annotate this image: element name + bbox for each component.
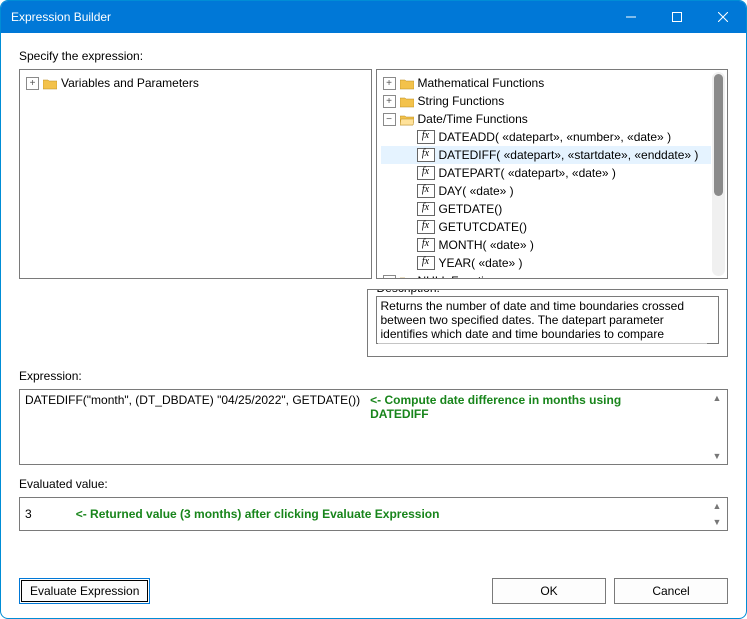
client-area: Specify the expression: + Variables and … [1,33,746,618]
tree-label: DATEDIFF( «datepart», «startdate», «endd… [439,146,699,164]
tree-row-month[interactable]: fx MONTH( «date» ) [381,236,712,254]
folder-icon [400,95,414,107]
function-icon: fx [417,202,435,216]
tree-row-getutcdate[interactable]: fx GETUTCDATE() [381,218,712,236]
functions-tree-pane[interactable]: + Mathematical Functions + String Functi… [376,69,729,279]
tree-label: Mathematical Functions [418,74,545,92]
tree-label: DATEPART( «datepart», «date» ) [439,164,616,182]
minimize-icon [626,12,636,22]
expression-code: DATEDIFF("month", (DT_DBDATE) "04/25/202… [25,393,360,407]
scroll-down-icon[interactable]: ▼ [710,517,724,527]
expression-scroll-buttons[interactable]: ▲ ▼ [710,393,724,461]
tree-row-day[interactable]: fx DAY( «date» ) [381,182,712,200]
specify-label: Specify the expression: [19,49,728,63]
function-icon: fx [417,238,435,252]
tree-label: DATEADD( «datepart», «number», «date» ) [439,128,672,146]
evaluate-expression-button[interactable]: Evaluate Expression [19,578,150,604]
variables-tree-pane[interactable]: + Variables and Parameters [19,69,372,279]
description-text[interactable]: Returns the number of date and time boun… [376,296,720,344]
function-icon: fx [417,166,435,180]
tree-row-year[interactable]: fx YEAR( «date» ) [381,254,712,272]
description-legend: Description: [374,289,443,295]
function-icon: fx [417,184,435,198]
expand-icon[interactable]: + [383,95,396,108]
evaluated-label: Evaluated value: [19,477,728,491]
function-icon: fx [417,130,435,144]
evaluated-value: 3 [25,507,32,521]
close-icon [718,12,728,22]
expand-icon[interactable]: + [26,77,39,90]
tree-row-datediff[interactable]: fx DATEDIFF( «datepart», «startdate», «e… [381,146,712,164]
description-group: Description: Returns the number of date … [367,289,729,357]
expression-builder-window: Expression Builder Specify the expressio… [0,0,747,619]
function-icon: fx [417,148,435,162]
scrollbar-thumb[interactable] [714,74,723,196]
expression-label: Expression: [19,369,728,383]
tree-label: String Functions [418,92,505,110]
scroll-up-icon[interactable]: ▲ [710,393,724,403]
close-button[interactable] [700,1,746,33]
expression-textarea[interactable]: DATEDIFF("month", (DT_DBDATE) "04/25/202… [19,389,728,465]
tree-label: YEAR( «date» ) [439,254,523,272]
tree-label: NULL Functions [418,272,504,279]
functions-tree-scrollbar[interactable] [712,72,725,276]
folder-icon [400,77,414,89]
tree-row-null-functions[interactable]: + NULL Functions [381,272,712,279]
folder-icon [43,77,57,89]
evaluated-value-box[interactable]: 3 <- Returned value (3 months) after cli… [19,497,728,531]
tree-row-dateadd[interactable]: fx DATEADD( «datepart», «number», «date»… [381,128,712,146]
top-panes: + Variables and Parameters + Mathematica… [19,69,728,279]
tree-label: GETDATE() [439,200,503,218]
folder-icon [400,275,414,279]
minimize-button[interactable] [608,1,654,33]
expression-annotation: <- Compute date difference in months usi… [370,393,640,421]
tree-label: Date/Time Functions [418,110,528,128]
maximize-icon [672,12,682,22]
evaluated-annotation: <- Returned value (3 months) after click… [76,507,440,521]
function-icon: fx [417,220,435,234]
window-title: Expression Builder [11,10,608,24]
button-bar: Evaluate Expression OK Cancel [19,574,728,604]
tree-label: Variables and Parameters [61,74,199,92]
scroll-up-icon[interactable]: ▲ [710,501,724,511]
function-icon: fx [417,256,435,270]
maximize-button[interactable] [654,1,700,33]
tree-row-datepart[interactable]: fx DATEPART( «datepart», «date» ) [381,164,712,182]
tree-label: GETUTCDATE() [439,218,527,236]
scroll-down-icon[interactable]: ▼ [710,451,724,461]
tree-label: DAY( «date» ) [439,182,514,200]
tree-row-datetime-functions[interactable]: − Date/Time Functions [381,110,712,128]
tree-row-getdate[interactable]: fx GETDATE() [381,200,712,218]
tree-row-variables[interactable]: + Variables and Parameters [24,74,367,92]
evaluated-scroll-buttons[interactable]: ▲ ▼ [710,501,724,527]
expand-icon[interactable]: + [383,275,396,280]
ok-button[interactable]: OK [492,578,606,604]
title-bar[interactable]: Expression Builder [1,1,746,33]
expand-icon[interactable]: + [383,77,396,90]
tree-label: MONTH( «date» ) [439,236,534,254]
tree-row-math-functions[interactable]: + Mathematical Functions [381,74,712,92]
folder-open-icon [400,113,414,125]
collapse-icon[interactable]: − [383,113,396,126]
tree-row-string-functions[interactable]: + String Functions [381,92,712,110]
cancel-button[interactable]: Cancel [614,578,728,604]
